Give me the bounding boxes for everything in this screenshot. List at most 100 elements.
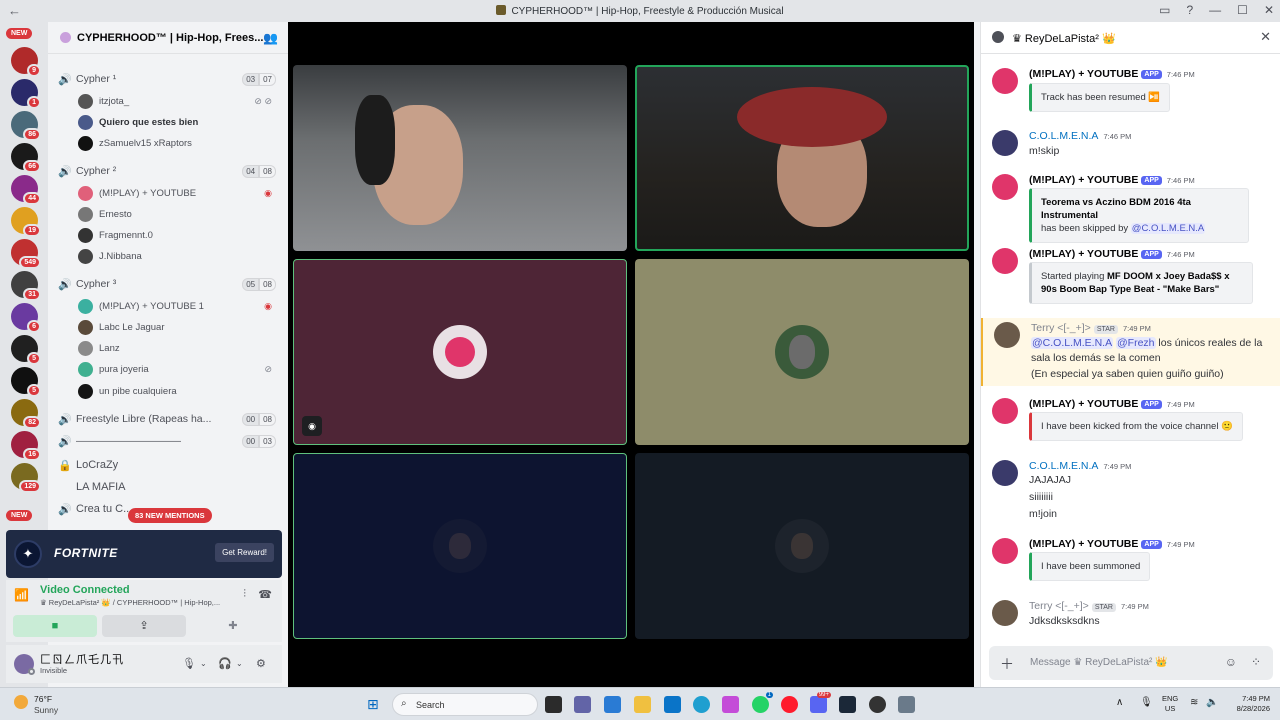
server-icon[interactable]: 19 [11,207,41,237]
locked-channel-locrazy[interactable]: 🔒 LoCraZy [58,456,280,474]
plus-icon[interactable]: ＋ [1000,654,1014,674]
help-icon[interactable]: ? [1186,3,1193,17]
video-tile-camera[interactable] [635,65,969,251]
video-tile-avatar[interactable] [635,259,969,445]
server-icon[interactable]: 16 [11,431,41,461]
maximize-button[interactable]: ☐ [1237,3,1248,17]
chevron-down-icon[interactable]: ⌄ [200,659,207,668]
server-icon[interactable]: 6 [11,303,41,333]
server-icon[interactable]: 129 [11,463,41,493]
weather-temp[interactable]: 76°F [34,694,52,704]
voice-channel-cypher-2[interactable]: 🔊 Cypher ² 04 08 [58,162,280,180]
apps-icon[interactable]: ⁘ [1251,655,1261,669]
windows-start-icon[interactable]: ⊞ [367,697,382,712]
camera-button[interactable]: ■ [13,615,97,637]
server-icon[interactable]: 5 [11,367,41,397]
avatar[interactable] [992,460,1018,486]
gear-icon[interactable]: ⚙ [256,657,266,670]
voice-user[interactable]: pura joyeria ⊘ [78,360,278,378]
chevron-down-icon[interactable]: ⌄ [236,659,243,668]
voice-channel-cypher-3[interactable]: 🔊 Cypher ³ 05 08 [58,275,280,293]
voice-channel-cypher-1[interactable]: 🔊 Cypher ¹ 03 07 [58,70,280,88]
voice-user[interactable]: Labc Le Jaguar [78,318,278,336]
username[interactable]: 匚ㄖㄥ爪乇几卂 [40,651,124,667]
author-name[interactable]: (M!PLAY) + YOUTUBE [1029,248,1138,260]
author-name[interactable]: C.O.L.M.E.N.A [1029,460,1098,472]
avatar[interactable] [992,130,1018,156]
taskbar-search[interactable]: ⌕ Search [392,693,538,716]
close-window-button[interactable]: ✕ [1264,3,1274,17]
voice-channel-divider[interactable]: 🔊 —————————— 00 03 [58,432,280,450]
whatsapp-icon[interactable]: 1 [752,692,773,713]
author-name[interactable]: C.O.L.M.E.N.A [1029,130,1098,142]
screen-share-button[interactable]: ⇪ [102,615,186,637]
voice-user[interactable]: itzjota_ ⊘ ⊘ [78,92,278,110]
user-mention[interactable]: @C.O.L.M.E.N.A [1031,337,1114,349]
steam-icon[interactable] [839,696,856,713]
close-icon[interactable]: ✕ [1260,29,1271,45]
disconnect-icon[interactable]: ☎ [258,588,272,601]
headphones-icon[interactable]: 🎧 [218,657,232,670]
avatar[interactable] [992,600,1018,626]
guild-header[interactable]: CYPHERHOOD™ | Hip-Hop, Frees... ⌄ 👥 [48,22,288,54]
video-tile-avatar[interactable]: ◉ [293,259,627,445]
author-name[interactable]: (M!PLAY) + YOUTUBE [1029,174,1138,186]
video-tile-camera[interactable] [293,65,627,251]
author-name[interactable]: (M!PLAY) + YOUTUBE [1029,398,1138,410]
chevron-up-icon[interactable]: ∧ [1116,697,1123,708]
voice-user[interactable]: Quiero que estes bien [78,113,278,131]
microphone-icon[interactable]: 🎙 [1140,697,1153,708]
edge-icon[interactable] [693,696,710,713]
task-view-icon[interactable] [545,696,562,713]
user-mention[interactable]: @C.O.L.M.E.N.A [1130,223,1206,234]
settings-icon[interactable] [898,696,915,713]
avatar[interactable] [992,398,1018,424]
weather-condition[interactable]: Sunny [34,705,58,715]
video-tile-avatar[interactable] [293,453,627,639]
emoji-icon[interactable]: ☺ [1225,655,1237,669]
voice-location[interactable]: ♛ ReyDeLaPista² 👑 / CYPHERHOOD™ | Hip-Ho… [40,598,225,607]
author-name[interactable]: (M!PLAY) + YOUTUBE [1029,68,1138,80]
opera-icon[interactable] [781,696,798,713]
server-icon[interactable]: 9 [11,47,41,77]
voice-channel-freestyle[interactable]: 🔊 Freestyle Libre (Rapeas ha... 00 08 [58,410,280,428]
teams-icon[interactable] [574,696,591,713]
voice-user[interactable]: Ernesto [78,205,278,223]
language-indicator[interactable]: ENG US [1162,694,1178,714]
invite-people-icon[interactable]: 👥 [263,31,278,45]
composer-placeholder[interactable]: Message ♛ ReyDeLaPista² 👑 [1030,657,1168,668]
sun-icon[interactable] [14,695,28,709]
author-name[interactable]: Terry <[-_+]> [1031,322,1091,334]
voice-user[interactable]: un pibe cualquiera [78,382,278,400]
voice-user[interactable]: J.Nibbana [78,247,278,265]
avatar[interactable] [992,538,1018,564]
video-tile-avatar[interactable] [635,453,969,639]
avatar[interactable] [994,322,1020,348]
voice-user[interactable]: (M!PLAY) + YOUTUBE 1 ◉ [78,297,278,315]
volume-icon[interactable]: 🔈 [1206,697,1218,708]
microphone-icon[interactable]: 🎙 [182,657,196,670]
promo-banner[interactable]: ✦ FORTNITE Get Reward! [6,530,282,578]
channel-la-mafia[interactable]: LA MAFIA [58,478,280,496]
store-icon[interactable] [604,696,621,713]
app-icon[interactable] [869,696,886,713]
voice-user[interactable]: zSamuelv15 xRaptors [78,134,278,152]
avatar[interactable] [992,248,1018,274]
message-composer[interactable]: ＋ Message ♛ ReyDeLaPista² 👑 ☺ ⁘ [989,646,1273,680]
signal-icon[interactable]: 📶 [14,588,29,602]
app-icon[interactable] [664,696,681,713]
user-mention[interactable]: @Frezh [1116,337,1156,349]
wifi-icon[interactable]: ≋ [1190,697,1198,708]
voice-user[interactable]: (M!PLAY) + YOUTUBE ◉ [78,184,278,202]
avatar[interactable] [992,68,1018,94]
copilot-icon[interactable] [722,696,739,713]
noise-suppression-icon[interactable]: ⫶ [243,588,246,601]
avatar[interactable] [992,174,1018,200]
server-icon[interactable]: 549 [11,239,41,269]
activities-button[interactable]: ✚ [191,615,275,637]
author-name[interactable]: Terry <[-_+]> [1029,600,1089,612]
inbox-icon[interactable]: ▭ [1159,3,1170,17]
server-icon[interactable]: 31 [11,271,41,301]
server-icon[interactable]: 5 [11,335,41,365]
author-name[interactable]: (M!PLAY) + YOUTUBE [1029,538,1138,550]
